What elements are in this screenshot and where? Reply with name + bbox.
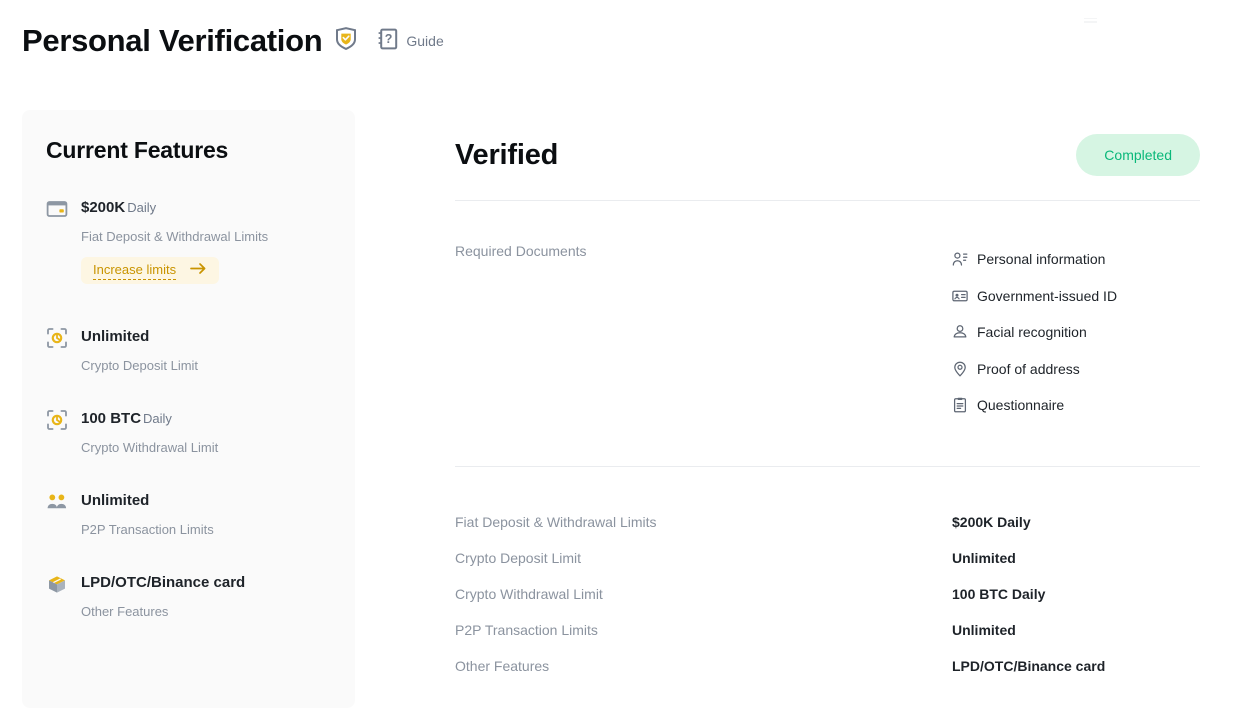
table-row: Fiat Deposit & Withdrawal Limits $200K D…: [455, 504, 1200, 540]
limit-name: P2P Transaction Limits: [455, 620, 952, 640]
required-documents-label: Required Documents: [455, 241, 952, 424]
feature-value: Unlimited: [81, 490, 339, 512]
limit-name: Fiat Deposit & Withdrawal Limits: [455, 512, 952, 532]
guide-label: Guide: [406, 31, 443, 51]
feature-item-crypto-withdrawal: 100 BTCDaily Crypto Withdrawal Limit: [46, 408, 339, 458]
limit-value: Unlimited: [952, 548, 1200, 568]
limit-value: $200K Daily: [952, 512, 1200, 532]
feature-amount: Unlimited: [81, 328, 149, 345]
page-title: Personal Verification: [22, 20, 322, 62]
increase-limits-label: Increase limits: [93, 261, 176, 280]
current-features-title: Current Features: [46, 137, 228, 164]
document-label: Government-issued ID: [977, 286, 1117, 306]
feature-unit: Daily: [127, 200, 156, 215]
verification-detail-header: Verified Completed: [455, 110, 1200, 200]
table-row: Crypto Deposit Limit Unlimited: [455, 540, 1200, 576]
personal-information-icon: [952, 251, 968, 267]
document-item: Proof of address: [952, 351, 1200, 388]
feature-list: $200KDaily Fiat Deposit & Withdrawal Lim…: [46, 197, 339, 622]
document-item: Questionnaire: [952, 387, 1200, 424]
document-item: Facial recognition: [952, 314, 1200, 351]
verification-detail-panel: Verified Completed Required Documents Pe…: [455, 110, 1200, 684]
limit-name: Crypto Withdrawal Limit: [455, 584, 952, 604]
feature-unit: Daily: [143, 411, 172, 426]
limit-name: Other Features: [455, 656, 952, 676]
feature-amount: 100 BTC: [81, 410, 141, 427]
limit-value: Unlimited: [952, 620, 1200, 640]
top-right-artifact: [1084, 18, 1097, 23]
table-row: P2P Transaction Limits Unlimited: [455, 612, 1200, 648]
required-documents-section: Required Documents Personal information: [455, 201, 1200, 466]
card-icon: [46, 198, 68, 220]
limit-value: 100 BTC Daily: [952, 584, 1200, 604]
feature-label: Crypto Deposit Limit: [81, 356, 339, 376]
feature-label: P2P Transaction Limits: [81, 520, 339, 540]
limit-value: LPD/OTC/Binance card: [952, 656, 1200, 676]
feature-item-other-features: LPD/OTC/Binance card Other Features: [46, 572, 339, 622]
page-header: Personal Verification ? Guide: [22, 20, 444, 62]
guide-book-question-icon: ?: [378, 28, 398, 55]
document-item: Government-issued ID: [952, 278, 1200, 315]
feature-label: Other Features: [81, 602, 339, 622]
feature-value: Unlimited: [81, 326, 339, 348]
feature-item-fiat-limits: $200KDaily Fiat Deposit & Withdrawal Lim…: [46, 197, 339, 284]
document-label: Personal information: [977, 249, 1105, 269]
required-documents-list: Personal information Government-issued I…: [952, 241, 1200, 424]
current-features-card: Current Features $200KDaily Fiat Deposit…: [22, 110, 355, 708]
status-badge: Completed: [1076, 134, 1200, 176]
clipboard-icon: [952, 397, 968, 413]
crypto-scan-icon: [46, 409, 68, 431]
svg-text:?: ?: [385, 32, 393, 46]
feature-item-p2p-limits: Unlimited P2P Transaction Limits: [46, 490, 339, 540]
face-recognition-icon: [952, 324, 968, 340]
document-item: Personal information: [952, 241, 1200, 278]
feature-amount: LPD/OTC/Binance card: [81, 574, 245, 591]
feature-value: 100 BTCDaily: [81, 408, 339, 430]
id-card-icon: [952, 288, 968, 304]
location-pin-icon: [952, 361, 968, 377]
guide-link[interactable]: ? Guide: [378, 28, 443, 55]
document-label: Questionnaire: [977, 395, 1064, 415]
feature-value: LPD/OTC/Binance card: [81, 572, 339, 594]
feature-label: Crypto Withdrawal Limit: [81, 438, 339, 458]
increase-limits-button[interactable]: Increase limits: [81, 257, 219, 284]
verification-level-title: Verified: [455, 139, 558, 172]
limits-table: Fiat Deposit & Withdrawal Limits $200K D…: [455, 467, 1200, 684]
open-box-icon: [46, 573, 68, 595]
feature-value: $200KDaily: [81, 197, 339, 219]
table-row: Other Features LPD/OTC/Binance card: [455, 648, 1200, 684]
shield-icon: [335, 27, 357, 56]
crypto-scan-icon: [46, 327, 68, 349]
two-people-icon: [46, 491, 68, 513]
document-label: Facial recognition: [977, 322, 1087, 342]
table-row: Crypto Withdrawal Limit 100 BTC Daily: [455, 576, 1200, 612]
feature-amount: $200K: [81, 199, 125, 216]
feature-amount: Unlimited: [81, 492, 149, 509]
feature-item-crypto-deposit: Unlimited Crypto Deposit Limit: [46, 326, 339, 376]
arrow-right-icon: [190, 262, 207, 280]
feature-label: Fiat Deposit & Withdrawal Limits: [81, 227, 339, 247]
document-label: Proof of address: [977, 359, 1080, 379]
limit-name: Crypto Deposit Limit: [455, 548, 952, 568]
